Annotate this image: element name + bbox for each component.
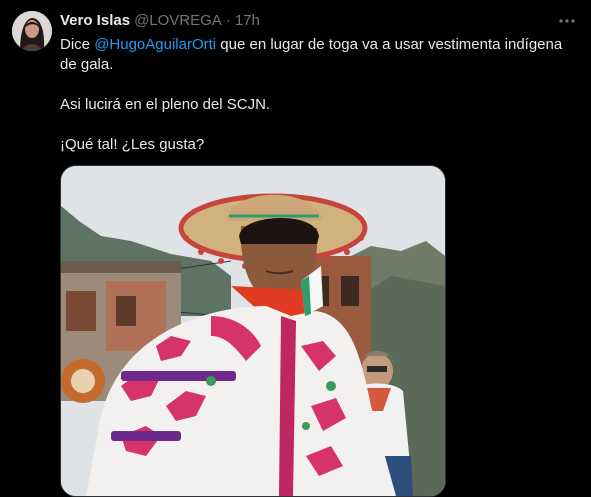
avatar-image — [12, 11, 52, 51]
more-horizontal-icon — [559, 19, 575, 23]
tweet-text: Dice @HugoAguilarOrti que en lugar de to… — [60, 35, 580, 155]
tweet-text-line-1: Dice @HugoAguilarOrti que en lugar de to… — [60, 35, 580, 75]
photo-illustration — [61, 166, 445, 496]
tweet-text-line-3: ¡Qué tal! ¿Les gusta? — [60, 136, 205, 153]
text-prefix: Dice — [60, 36, 95, 53]
avatar[interactable] — [12, 11, 52, 51]
mention-link[interactable]: @HugoAguilarOrti — [94, 36, 216, 53]
more-button[interactable] — [557, 11, 577, 31]
tweet-media-photo[interactable] — [60, 165, 446, 497]
user-handle[interactable]: @LOVREGA — [134, 12, 222, 29]
tweet-text-line-2: Asi lucirá en el pleno del SCJN. — [60, 96, 271, 113]
timestamp[interactable]: 17h — [235, 12, 260, 29]
display-name[interactable]: Vero Islas — [60, 12, 130, 29]
tweet: Vero Islas @LOVREGA · 17h Dice @HugoAgui… — [0, 0, 591, 497]
separator-dot: · — [225, 11, 231, 29]
tweet-header: Vero Islas @LOVREGA · 17h — [60, 10, 260, 30]
